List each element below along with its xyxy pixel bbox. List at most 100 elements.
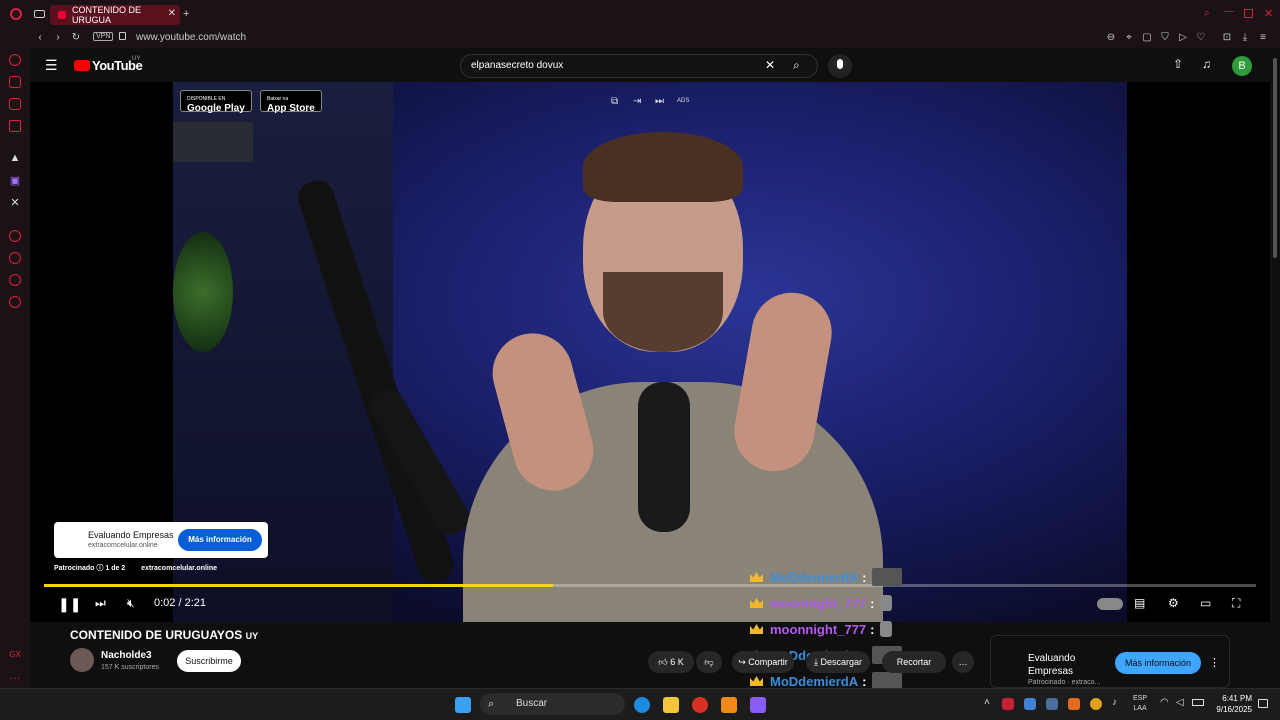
sidebar-gx-corner-icon[interactable]: GX	[9, 650, 21, 659]
lang-indicator[interactable]: ESP LAA	[1133, 694, 1147, 714]
back-icon[interactable]: ‹	[33, 32, 47, 44]
reload-icon[interactable]: ↻	[69, 32, 83, 44]
taskbar-search[interactable]: ⌕ Buscar	[480, 693, 625, 715]
download-button[interactable]: ⤓ Descargar	[806, 651, 870, 673]
chrome-icon[interactable]	[692, 697, 708, 713]
wifi-icon[interactable]: ◠	[1160, 697, 1169, 708]
like-button[interactable]: 👍︎ 6 K	[648, 651, 694, 673]
account-avatar[interactable]: B	[1232, 56, 1252, 76]
clock[interactable]: 6:41 PM 9/16/2025	[1212, 693, 1252, 715]
edge-icon[interactable]	[634, 697, 650, 713]
clip-button[interactable]: Recortar	[882, 651, 946, 673]
sidebar-settings-icon[interactable]	[9, 296, 21, 308]
tray-app-4-icon[interactable]	[1090, 698, 1102, 710]
chat-username[interactable]: MoDdemierdA	[770, 570, 858, 585]
sidebar-music-icon[interactable]	[9, 120, 21, 132]
app-store-label: App Store	[267, 103, 315, 114]
hamburger-icon[interactable]: ☰	[45, 57, 58, 74]
sidebar-gx-icon[interactable]	[9, 76, 21, 88]
theater-mode-icon[interactable]: ▭	[1200, 596, 1211, 610]
autoplay-toggle[interactable]	[1097, 598, 1123, 610]
tab-close-icon[interactable]: ✕	[168, 8, 176, 19]
ad-domain-link[interactable]: extracomcelular.online	[141, 565, 217, 572]
download-icon[interactable]: ⤓	[1238, 32, 1252, 44]
battery-icon[interactable]	[1192, 699, 1204, 706]
restore-icon[interactable]	[1244, 9, 1253, 18]
sidebar-messenger-icon[interactable]	[9, 98, 21, 110]
windows-start-icon[interactable]	[455, 697, 471, 713]
clear-search-icon[interactable]: ✕	[765, 58, 775, 72]
app-store-badge[interactable]: Baixar na App Store	[260, 90, 322, 114]
notification-center-icon[interactable]	[1258, 699, 1268, 708]
chat-username[interactable]: MoDdemierdA	[770, 674, 858, 689]
ad-more-info-button[interactable]: Más información	[178, 529, 262, 551]
sidebar-x-icon[interactable]: ✕	[9, 196, 21, 209]
mute-icon[interactable]: 🔇︎	[127, 596, 135, 611]
notifications-icon[interactable]: ♫	[1202, 57, 1211, 71]
fullscreen-icon[interactable]: ⛶	[1232, 596, 1240, 611]
sidebar-player-icon[interactable]	[9, 230, 21, 242]
search-tabs-icon[interactable]: ⌕	[1204, 8, 1210, 19]
chat-username[interactable]: moonnight_777	[770, 622, 866, 637]
menu-icon[interactable]: ≡	[1256, 32, 1270, 44]
progress-bar[interactable]	[44, 584, 1256, 587]
file-explorer-icon[interactable]	[663, 697, 679, 713]
pin-icon[interactable]: ⌖	[1122, 32, 1136, 44]
upload-icon[interactable]: ⇧	[1173, 57, 1183, 71]
youtube-logo-icon[interactable]	[74, 60, 90, 71]
chat-username[interactable]: moonnight_777	[770, 596, 866, 611]
shield-icon[interactable]: ⛉	[1158, 32, 1172, 44]
sidebar-twitch-icon[interactable]: ▣	[9, 174, 21, 187]
ad-card[interactable]: Evaluando Empresas extracomcelular.onlin…	[54, 522, 268, 558]
miniplayer-icon[interactable]: ⧉	[611, 96, 618, 107]
voice-search-button[interactable]	[828, 54, 852, 78]
subtitles-icon[interactable]: ▤	[1134, 596, 1145, 610]
wallet-icon[interactable]: ⊡	[1220, 32, 1234, 44]
close-window-icon[interactable]: ✕	[1264, 7, 1273, 20]
tray-expand-icon[interactable]: ˄	[984, 697, 990, 708]
heart-icon[interactable]: ♡	[1194, 32, 1208, 44]
scrollbar-thumb[interactable]	[1273, 58, 1277, 258]
app-game-icon[interactable]	[750, 697, 766, 713]
dislike-button[interactable]: 👎︎	[696, 651, 722, 673]
skip-ad-icon[interactable]: ⇥	[633, 96, 641, 107]
vpn-badge[interactable]: VPN	[93, 32, 114, 41]
new-tab-icon[interactable]: +	[183, 8, 189, 20]
sidebar-extensions-icon[interactable]	[9, 274, 21, 286]
google-play-badge[interactable]: DISPONIBLE EN Google Play	[180, 90, 252, 114]
subscribe-button[interactable]: Suscribirme	[177, 650, 241, 672]
opera-logo-icon[interactable]	[10, 8, 22, 20]
volume-icon[interactable]: ◁	[1176, 697, 1184, 708]
search-icon[interactable]: ⌕	[793, 58, 800, 73]
sidebar-more-icon[interactable]: …	[9, 670, 21, 682]
sidebar-history-icon[interactable]	[9, 252, 21, 264]
settings-icon[interactable]: ⚙	[1168, 596, 1179, 610]
snapshot-icon[interactable]: ▢	[1140, 32, 1154, 44]
side-ad-menu-icon[interactable]: ⋮	[1209, 656, 1220, 669]
sidebar-app-icon[interactable]: ▲	[9, 152, 21, 164]
share-button[interactable]: ↪ Compartir	[732, 651, 794, 673]
url-text[interactable]: www.youtube.com/watch	[136, 32, 246, 43]
tab-active[interactable]: CONTENIDO DE URUGUA ✕	[50, 5, 180, 25]
next-video-icon[interactable]: ⏭	[95, 596, 106, 611]
share-page-icon[interactable]: ▷	[1176, 32, 1190, 44]
side-ad-button[interactable]: Más información	[1115, 652, 1201, 674]
ads-label-icon[interactable]: ADS	[677, 98, 689, 104]
tray-mic-icon[interactable]: ♪	[1112, 697, 1117, 708]
tab-switch-icon[interactable]	[34, 10, 45, 18]
side-ad-card[interactable]: Evaluando Empresas Patrocinado · extraco…	[990, 635, 1230, 688]
tray-steam-icon[interactable]	[1046, 698, 1058, 710]
tray-app-2-icon[interactable]	[1024, 698, 1036, 710]
pause-icon[interactable]: ❚❚	[58, 596, 81, 613]
more-actions-button[interactable]: …	[952, 651, 974, 673]
forward-icon[interactable]: ›	[51, 32, 65, 44]
app-orange-icon[interactable]	[721, 697, 737, 713]
tray-app-1-icon[interactable]	[1002, 698, 1014, 710]
channel-avatar[interactable]	[70, 648, 94, 672]
channel-name[interactable]: Nacholde3	[101, 650, 152, 661]
zoom-icon[interactable]: ⊖	[1104, 32, 1118, 44]
next-icon[interactable]: ⏭	[655, 96, 664, 107]
minimize-icon[interactable]: —	[1224, 6, 1234, 17]
tray-app-3-icon[interactable]	[1068, 698, 1080, 710]
sidebar-aria-icon[interactable]	[9, 54, 21, 66]
